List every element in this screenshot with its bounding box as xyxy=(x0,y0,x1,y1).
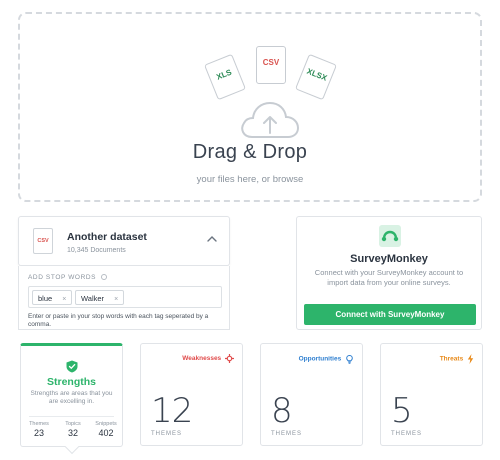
stat-label: Snippets xyxy=(95,421,117,427)
selected-caret xyxy=(64,439,80,455)
csv-file-icon: CSV xyxy=(33,228,53,254)
stop-words-panel: ADD STOP WORDS blue × Walker × Enter or pa… xyxy=(18,266,230,330)
stop-words-label-text: ADD STOP WORDS xyxy=(28,274,97,281)
surveymonkey-title: SurveyMonkey xyxy=(350,253,428,265)
topics-stat: Topics 32 xyxy=(58,421,88,438)
file-dropzone[interactable]: XLS CSV XLSX Drag & Drop your files here… xyxy=(18,12,482,202)
dropzone-title: Drag & Drop xyxy=(192,141,308,163)
stat-value: 402 xyxy=(98,428,114,438)
opportunities-card[interactable]: Opportunities 8 THEMES xyxy=(260,343,363,446)
weaknesses-count: 12 xyxy=(151,391,193,431)
threats-count: 5 xyxy=(391,391,413,431)
xlsx-file-icon: XLSX xyxy=(294,53,338,101)
stop-word-tag: blue × xyxy=(32,290,73,305)
opportunities-count: 8 xyxy=(271,391,293,431)
tag-text: blue xyxy=(38,294,53,303)
strengths-card[interactable]: Strengths Strengths are areas that you a… xyxy=(20,343,123,455)
divider xyxy=(29,416,114,417)
file-type-icons: XLS CSV XLSX xyxy=(20,44,480,104)
remove-tag-icon[interactable]: × xyxy=(62,296,66,303)
strengths-title: Strengths xyxy=(46,376,96,388)
surveymonkey-logo-icon xyxy=(379,225,401,247)
surveymonkey-card: SurveyMonkey Connect with your SurveyMon… xyxy=(296,216,482,330)
themes-caption: THEMES xyxy=(151,431,183,437)
stat-value: 23 xyxy=(33,428,44,438)
lightning-icon xyxy=(467,354,474,364)
themes-stat: Themes 23 xyxy=(24,421,54,438)
dataset-card[interactable]: CSV Another dataset 10,345 Documents xyxy=(18,216,230,266)
xlsx-label: XLSX xyxy=(305,66,329,83)
csv-file-icon: CSV xyxy=(256,46,286,84)
stop-words-label: ADD STOP WORDS xyxy=(28,274,107,281)
dataset-file-type: CSV xyxy=(37,238,49,244)
weaknesses-card[interactable]: Weaknesses 12 THEMES xyxy=(140,343,243,446)
dropzone-browse-link[interactable]: your files here, or browse xyxy=(20,174,480,185)
shield-check-icon xyxy=(66,360,78,373)
stop-words-input[interactable]: blue × Walker × xyxy=(28,286,222,308)
chevron-up-icon[interactable] xyxy=(207,235,217,243)
surveymonkey-description: Connect with your SurveyMonkey account t… xyxy=(314,268,464,287)
stat-label: Topics xyxy=(65,421,81,427)
threats-card[interactable]: Threats 5 THEMES xyxy=(380,343,483,446)
threats-label-text: Threats xyxy=(439,355,464,363)
info-icon[interactable] xyxy=(100,274,107,281)
stop-word-tag: Walker × xyxy=(75,290,125,305)
csv-label: CSV xyxy=(262,58,280,67)
snippets-stat: Snippets 402 xyxy=(91,421,121,438)
xls-file-icon: XLS xyxy=(203,53,247,101)
threats-label: Threats xyxy=(440,354,474,364)
weakness-icon xyxy=(225,354,234,363)
dataset-title: Another dataset xyxy=(67,231,147,243)
tag-text: Walker xyxy=(81,294,105,303)
dataset-document-count: 10,345 Documents xyxy=(67,247,126,254)
weaknesses-label: Weaknesses xyxy=(182,354,234,363)
opportunities-label: Opportunities xyxy=(299,354,354,364)
remove-tag-icon[interactable]: × xyxy=(114,296,118,303)
stat-label: Themes xyxy=(29,421,49,427)
lightbulb-icon xyxy=(346,354,353,364)
stop-words-help: Enter or paste in your stop words with e… xyxy=(28,313,209,328)
weaknesses-label-text: Weaknesses xyxy=(182,355,222,363)
cloud-upload-icon xyxy=(241,101,300,138)
themes-caption: THEMES xyxy=(391,431,423,437)
strengths-description: Strengths are areas that you are excelli… xyxy=(30,390,113,405)
opportunities-label-text: Opportunities xyxy=(298,355,342,363)
connect-surveymonkey-button[interactable]: Connect with SurveyMonkey xyxy=(304,304,476,325)
stat-value: 32 xyxy=(67,428,78,438)
themes-caption: THEMES xyxy=(271,431,303,437)
xls-label: XLS xyxy=(215,67,233,82)
